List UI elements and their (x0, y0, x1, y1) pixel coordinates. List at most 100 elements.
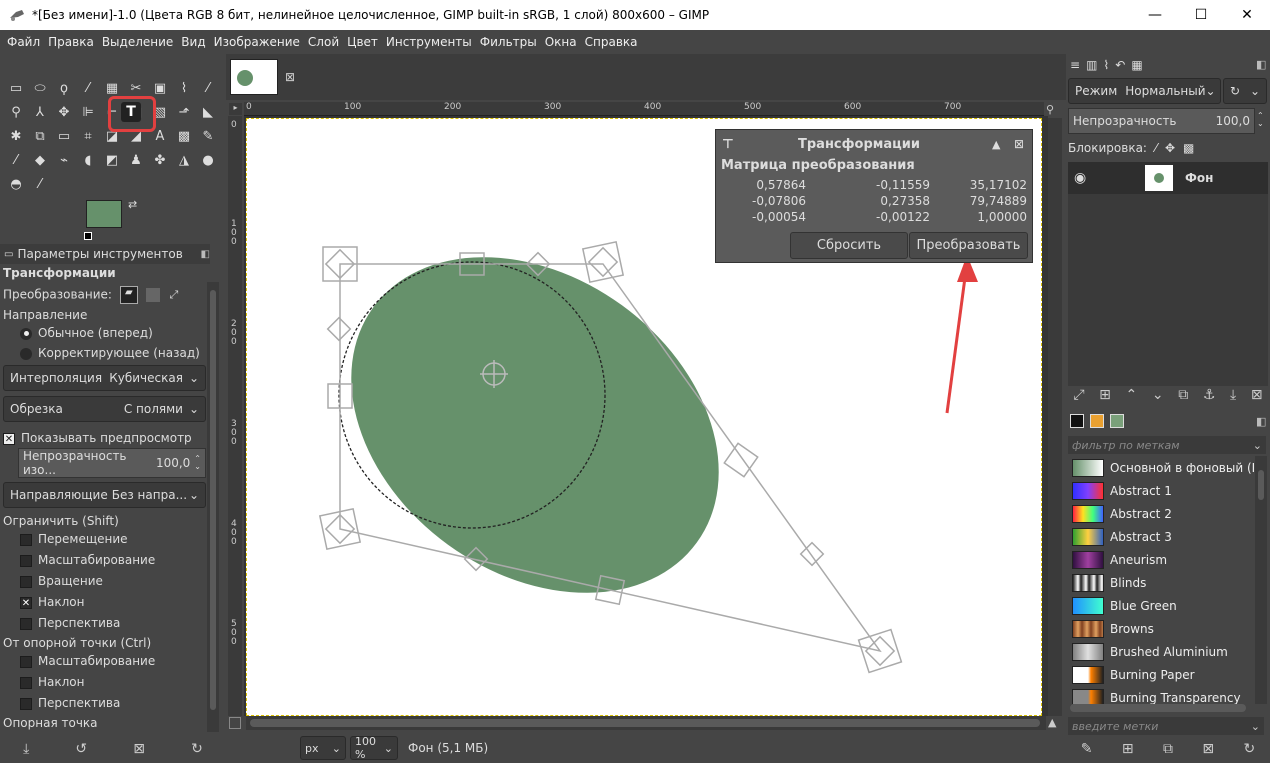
layer-opacity-slider[interactable]: Непрозрачность 100,0 (1068, 108, 1255, 134)
undo-history-tab-icon[interactable]: ↶ (1115, 58, 1125, 76)
smudge-icon[interactable]: ✤ (148, 148, 172, 172)
menu-layer[interactable]: Слой (304, 35, 343, 49)
zoom-icon[interactable]: ⚲ (4, 100, 28, 124)
tool-options-tab[interactable]: ▭ Параметры инструментов ◧ (0, 244, 210, 264)
refresh-gradients-icon[interactable]: ↻ (1244, 741, 1256, 757)
pivot-perspective-checkbox[interactable]: Перспектива (20, 696, 120, 710)
gradient-item[interactable]: Blue Green (1072, 595, 1177, 617)
eraser-icon[interactable]: ◆ (28, 148, 52, 172)
eyedropper-icon[interactable]: ⁄ (28, 172, 52, 196)
lock-pixels-icon[interactable]: ⁄ (1155, 141, 1157, 155)
ink-icon[interactable]: ◖ (76, 148, 100, 172)
shear-icon[interactable]: ⬏ (172, 100, 196, 124)
layers-tab-icon[interactable]: ≡ (1070, 58, 1080, 76)
show-preview-checkbox[interactable]: ✕ Показывать предпросмотр (3, 431, 192, 445)
dock-menu-icon[interactable]: ◧ (1256, 415, 1266, 428)
close-dialog-icon[interactable]: ⊠ (1014, 137, 1024, 151)
gradient-list-hscrollbar[interactable] (1070, 704, 1246, 712)
menu-view[interactable]: Вид (177, 35, 209, 49)
paths-tab-icon[interactable]: ⌇ (1103, 58, 1109, 76)
paths-icon[interactable]: ⌇ (172, 76, 196, 100)
move-icon[interactable]: ✥ (52, 100, 76, 124)
flip-icon[interactable]: ◣ (196, 100, 220, 124)
collapse-dialog-icon[interactable]: ▲ (992, 138, 1000, 151)
reset-options-icon[interactable]: ↻ (191, 741, 203, 757)
dock-menu-icon[interactable]: ◧ (1256, 58, 1266, 71)
gradient-item[interactable]: Burning Transparency (1072, 687, 1241, 704)
gradient-item[interactable]: Основной в фоновый (R (1072, 457, 1254, 479)
toggle-quick-mask-icon[interactable] (229, 717, 241, 729)
navigate-icon[interactable]: ▲ (1048, 716, 1056, 729)
reset-button[interactable]: Сбросить (790, 232, 908, 259)
pivot-scale-checkbox[interactable]: Масштабирование (20, 654, 155, 668)
color-picker-icon[interactable]: ⁄ (196, 76, 220, 100)
images-tab-icon[interactable]: ▦ (1131, 58, 1142, 76)
speech-bubble-icon[interactable]: ◓ (4, 172, 28, 196)
canvas-horizontal-scrollbar[interactable] (246, 716, 1046, 730)
save-preset-icon[interactable]: ⤓ (23, 741, 29, 757)
brushes-tab-icon[interactable] (1070, 414, 1084, 428)
unit-select[interactable]: px ⌄ (300, 736, 346, 760)
menu-color[interactable]: Цвет (343, 35, 382, 49)
free-select-icon[interactable]: ϙ (52, 76, 76, 100)
gradient-item[interactable]: Abstract 3 (1072, 526, 1172, 548)
transform-matrix-tool-icon[interactable]: T (121, 102, 141, 122)
heal-icon[interactable]: ♟ (124, 148, 148, 172)
rect-select-icon[interactable]: ▭ (4, 76, 28, 100)
anchor-layer-icon[interactable]: ⚓ (1203, 387, 1216, 403)
menu-tools[interactable]: Инструменты (382, 35, 476, 49)
seamless-clone-icon[interactable]: ⌗ (76, 124, 100, 148)
lock-position-icon[interactable]: ✥ (1165, 141, 1175, 155)
tab-menu-icon[interactable]: ◧ (201, 249, 210, 260)
dodge-burn-icon[interactable]: ◮ (172, 148, 196, 172)
menu-help[interactable]: Справка (581, 35, 642, 49)
fuzzy-select-icon[interactable]: ⁄ (76, 76, 100, 100)
gradients-tab-icon[interactable] (1110, 414, 1124, 428)
delete-layer-icon[interactable]: ⊠ (1251, 387, 1263, 403)
lower-layer-icon[interactable]: ⌄ (1152, 387, 1164, 403)
gradient-item[interactable]: Browns (1072, 618, 1154, 640)
edit-gradient-icon[interactable]: ✎ (1081, 741, 1093, 757)
delete-gradient-icon[interactable]: ⊠ (1202, 741, 1214, 757)
menu-image[interactable]: Изображение (210, 35, 304, 49)
gradient-item[interactable]: Abstract 1 (1072, 480, 1172, 502)
gradient-list-scrollbar[interactable] (1255, 456, 1267, 704)
blur-icon[interactable]: ● (196, 148, 220, 172)
measure-icon[interactable]: ⅄ (28, 100, 52, 124)
constrain-perspective-checkbox[interactable]: Перспектива (20, 616, 120, 630)
image-tab-thumbnail[interactable] (230, 59, 278, 95)
restore-preset-icon[interactable]: ↺ (75, 741, 87, 757)
direction-backward-radio[interactable]: Корректирующее (назад) (20, 346, 200, 360)
new-layer-icon[interactable]: ⊞ (1099, 387, 1111, 403)
cage-icon[interactable]: ✱ (4, 124, 28, 148)
tag-entry-input[interactable]: введите метки ⌄ (1068, 717, 1264, 735)
constrain-rotate-checkbox[interactable]: Вращение (20, 574, 103, 588)
spin-arrows-icon[interactable]: ⌃ ⌄ (1257, 112, 1264, 128)
gradient-item[interactable]: Blinds (1072, 572, 1146, 594)
delete-preset-icon[interactable]: ⊠ (133, 741, 145, 757)
merge-down-icon[interactable]: ⤓ (1230, 387, 1236, 403)
tool-options-scrollbar[interactable] (207, 282, 219, 732)
new-gradient-icon[interactable]: ⊞ (1122, 741, 1134, 757)
menu-edit[interactable]: Правка (44, 35, 98, 49)
pencil-icon[interactable]: ✎ (196, 124, 220, 148)
zoom-select[interactable]: 100 % ⌄ (350, 735, 398, 761)
align-icon[interactable]: ⊫ (76, 100, 100, 124)
composite-mode-combo[interactable]: ↻ ⌄ (1223, 78, 1267, 104)
clipping-combo[interactable]: Обрезка С полями ⌄ (3, 396, 206, 422)
gradient-item[interactable]: Brushed Aluminium (1072, 641, 1228, 663)
layer-mode-combo[interactable]: Режим Нормальный ⌄ (1068, 78, 1221, 104)
gradient-item[interactable]: Aneurism (1072, 549, 1167, 571)
pivot-shear-checkbox[interactable]: Наклон (20, 675, 84, 689)
new-layer-group-icon[interactable]: ⤢ (1073, 387, 1084, 403)
guides-combo[interactable]: Направляющие Без напра... ⌄ (3, 482, 206, 508)
quick-mask-corner-icon[interactable]: ▸ (229, 103, 242, 115)
menu-file[interactable]: Файл (3, 35, 44, 49)
close-button[interactable]: ✕ (1224, 0, 1270, 30)
minimize-button[interactable]: — (1132, 0, 1178, 30)
transform-selection-icon[interactable] (145, 288, 160, 302)
direction-forward-radio[interactable]: Обычное (вперед) (20, 326, 153, 340)
close-image-tab-icon[interactable]: ⊠ (285, 70, 295, 84)
handle-transform-icon[interactable]: ▭ (52, 124, 76, 148)
constrain-shear-checkbox[interactable]: ✕ Наклон (20, 595, 84, 609)
